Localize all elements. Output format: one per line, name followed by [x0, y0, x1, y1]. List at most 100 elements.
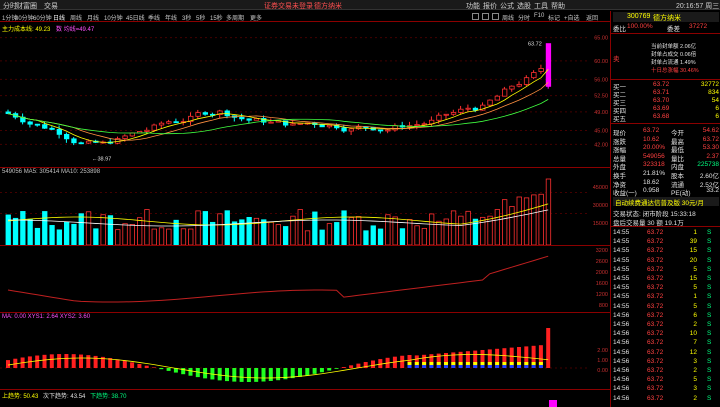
quote-value: 323318	[643, 161, 665, 169]
volume-bar	[202, 211, 209, 245]
menu-item-xuangu[interactable]: 选股	[517, 1, 531, 11]
menu-item-gongju[interactable]: 工具	[534, 1, 548, 11]
trend-header: 上趋势: 50.43 次下趋势: 43.54 下趋势: 38.70	[2, 391, 126, 400]
volume-bar	[545, 178, 552, 245]
candle-body	[523, 77, 530, 85]
macd-signal-block	[502, 365, 507, 368]
buy-level-row[interactable]: 买二 63.71 834	[613, 89, 719, 99]
tick-row: 14:56 63.72 6 S	[613, 312, 719, 320]
macd-signal-block	[465, 365, 470, 368]
tick-volume: 7	[693, 339, 697, 347]
period-10min[interactable]: 10分钟	[104, 13, 123, 22]
macd-signal-block	[517, 365, 521, 368]
toolbar-add-favorite[interactable]: +自选	[564, 13, 580, 22]
tick-row: 14:55 63.72 39 S	[613, 238, 719, 246]
volume-chart[interactable]: 45000 30000 15000	[0, 175, 610, 245]
macd-signal-block	[473, 362, 478, 365]
candle-body	[326, 125, 333, 128]
macd-bar	[181, 368, 186, 375]
toolbar-zhouxian[interactable]: 周线	[502, 13, 514, 22]
period-year[interactable]: 年线	[165, 13, 177, 22]
candle-body	[202, 112, 209, 115]
buy-level-row[interactable]: 买三 63.70 54	[613, 97, 719, 107]
period-60min[interactable]: 60分钟	[33, 13, 52, 22]
candlestick-chart[interactable]: 65.00 60.00 56.00 52.50 49.00 45.00 42.00 63.72…	[0, 31, 610, 167]
candle-body	[27, 121, 33, 125]
menu-item-caifuquan[interactable]: 财富圈	[16, 1, 37, 11]
tick-volume: 2	[693, 394, 697, 402]
menu-bar: 分时 财富圈 交易 证券交易未登录 德方纳米 功能 报价 公式 选股 工具 帮助…	[0, 0, 720, 10]
tick-volume: 3	[693, 357, 697, 365]
period-month[interactable]: 月线	[87, 13, 99, 22]
curve-axis-label: 2000	[596, 270, 608, 276]
macd-chart[interactable]: 2.00 1.00 0.00	[0, 320, 610, 388]
tick-volume: 5	[693, 302, 697, 310]
menu-item-gongshi[interactable]: 公式	[500, 1, 514, 11]
promo-banner[interactable]: 自动续费通达信普及版 30元/月	[613, 197, 719, 207]
volume-bar	[494, 209, 501, 245]
tick-price: 63.72	[647, 321, 664, 328]
menu-item-bangzhu[interactable]: 帮助	[551, 1, 565, 11]
tick-side: S	[707, 376, 712, 384]
volume-bar	[209, 221, 216, 245]
tick-side: S	[707, 284, 712, 292]
candle-body	[450, 112, 457, 115]
macd-signal-block	[458, 362, 463, 365]
menu-item-jiaoyi[interactable]: 交易	[44, 1, 58, 11]
menu-item-gongneng[interactable]: 功能	[466, 1, 480, 11]
window-icon[interactable]	[482, 13, 489, 20]
macd-signal-block	[487, 362, 492, 365]
toolbar-back[interactable]: 返回	[586, 13, 598, 22]
macd-bar	[42, 354, 47, 368]
tick-price: 63.72	[647, 229, 664, 236]
volume-bar	[509, 206, 515, 245]
chart-area[interactable]: 主力成本线: 49.23 数 均线=49.47 65.00 60.00 56.00 5…	[0, 23, 610, 407]
buy-level-volume: 6	[715, 105, 719, 112]
period-45day[interactable]: 45日线	[126, 13, 145, 22]
buy-level-row[interactable]: 买一 63.72 32772	[613, 81, 719, 91]
macd-signal-block	[451, 362, 456, 365]
quote-row: 总量 549056 量比 2.37	[613, 152, 719, 163]
quote-value: 20.00%	[643, 144, 666, 152]
period-5s[interactable]: 5秒	[196, 13, 205, 22]
stock-name-link[interactable]: 德方纳米	[314, 1, 342, 11]
period-day[interactable]: 日线	[53, 13, 65, 22]
candle-body	[494, 95, 501, 101]
macd-bar	[400, 355, 405, 368]
period-season[interactable]: 季线	[148, 13, 160, 22]
buy-level-price: 63.72	[653, 81, 670, 88]
candle-body	[319, 124, 325, 128]
indicator-curve-chart[interactable]: 3200 2600 2000 1600 1200 800	[0, 246, 610, 312]
candle-body	[34, 123, 41, 126]
toolbar-fenshi[interactable]: 分时	[518, 13, 530, 22]
volume-bar	[180, 228, 187, 245]
period-more[interactable]: 更多	[250, 13, 262, 22]
toolbar-f10[interactable]: F10	[534, 13, 544, 19]
menu-item-baojia[interactable]: 报价	[483, 1, 497, 11]
tick-row: 14:55 63.72 1 S	[613, 229, 719, 237]
quote-value: 2.37	[706, 152, 719, 160]
menu-item-fenshi[interactable]: 分时	[3, 1, 17, 11]
period-30min[interactable]: 30分钟	[15, 13, 34, 22]
volume-bar	[282, 226, 289, 245]
macd-bar	[261, 368, 266, 382]
period-multi[interactable]: 多周期	[226, 13, 244, 22]
buy-level-row[interactable]: 买五 63.68 6	[613, 113, 719, 123]
clock: 20:16:57 周三	[676, 3, 720, 10]
macd-bar	[312, 368, 317, 374]
period-15s[interactable]: 15秒	[210, 13, 223, 22]
tick-side: S	[707, 357, 712, 365]
period-week[interactable]: 周线	[70, 13, 82, 22]
macd-bar	[79, 354, 83, 368]
tick-price: 63.72	[647, 311, 664, 319]
window-icon[interactable]	[472, 13, 479, 20]
buy-level-volume: 6	[715, 113, 719, 120]
volume-bar	[399, 228, 406, 245]
buy-level-row[interactable]: 买四 63.69 6	[613, 105, 719, 115]
login-status-link[interactable]: 证券交易未登录	[264, 1, 313, 11]
toolbar-mark[interactable]: 标记	[548, 13, 560, 22]
tick-time: 14:56	[613, 330, 630, 338]
window-icon[interactable]	[492, 13, 499, 20]
period-3s[interactable]: 3秒	[182, 13, 191, 22]
volume-bar	[428, 213, 435, 245]
